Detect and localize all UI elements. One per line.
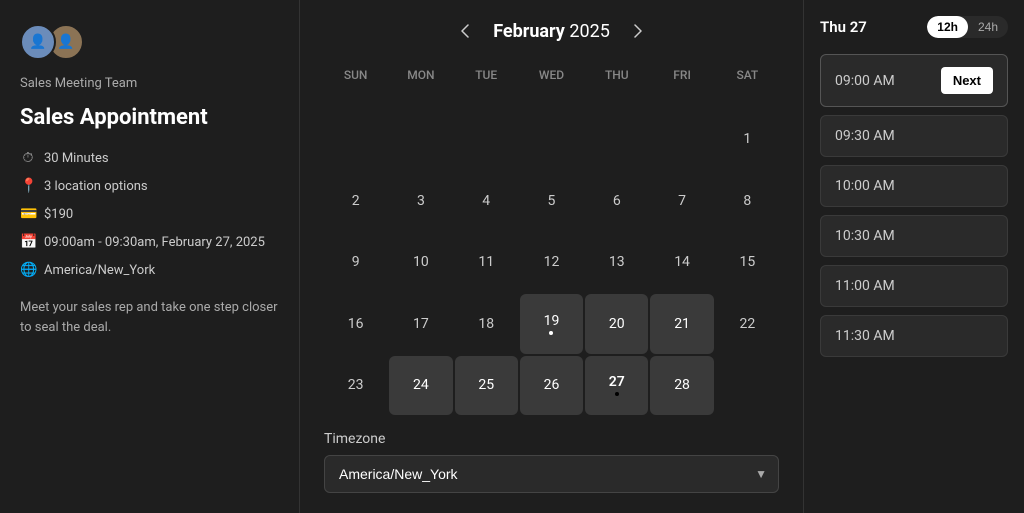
day-cell[interactable]: 21: [650, 294, 713, 354]
clock-icon: ⏱: [20, 150, 36, 166]
day-cell[interactable]: 3: [389, 171, 452, 231]
weekday-header: MON: [389, 62, 452, 108]
day-cell[interactable]: 26: [520, 356, 583, 416]
location-label: 3 location options: [44, 179, 148, 194]
day-cell[interactable]: 18: [455, 294, 518, 354]
avatar-group: 👤 👤: [20, 24, 279, 60]
day-cell[interactable]: 17: [389, 294, 452, 354]
day-cell: [585, 110, 648, 170]
calendar-icon: 📅: [20, 234, 36, 250]
day-cell[interactable]: 1: [716, 110, 779, 170]
day-cell[interactable]: 28: [650, 356, 713, 416]
day-cell[interactable]: 13: [585, 233, 648, 293]
day-cell[interactable]: 6: [585, 171, 648, 231]
timezone-label-left: America/New_York: [44, 263, 155, 278]
day-cell[interactable]: 23: [324, 356, 387, 416]
time-slot[interactable]: 11:30 AM: [820, 315, 1008, 357]
globe-icon: 🌐: [20, 262, 36, 278]
day-cell[interactable]: 27: [585, 356, 648, 416]
team-name: Sales Meeting Team: [20, 76, 279, 91]
center-panel: February 2025 SUNMONTUEWEDTHUFRISAT12345…: [300, 0, 804, 513]
format-24h-button[interactable]: 24h: [968, 16, 1008, 38]
avatar-1: 👤: [20, 24, 56, 60]
weekday-header: SAT: [716, 62, 779, 108]
day-cell[interactable]: 2: [324, 171, 387, 231]
price-item: 💳 $190: [20, 206, 279, 222]
month-year-title: February 2025: [493, 21, 610, 42]
day-cell[interactable]: 19: [520, 294, 583, 354]
time-slot-label: 09:30 AM: [835, 128, 895, 144]
time-format-toggle: 12h 24h: [927, 16, 1008, 38]
location-icon: 📍: [20, 178, 36, 194]
time-slots-container: 09:00 AM Next 09:30 AM 10:00 AM 10:30 AM 11:0…: [820, 54, 1008, 365]
time-slot-label: 10:30 AM: [835, 228, 895, 244]
day-cell[interactable]: 16: [324, 294, 387, 354]
day-cell[interactable]: 10: [389, 233, 452, 293]
time-slot[interactable]: 10:30 AM: [820, 215, 1008, 257]
day-cell: [650, 110, 713, 170]
day-cell[interactable]: 25: [455, 356, 518, 416]
month-label: February: [493, 21, 565, 42]
day-cell: [520, 110, 583, 170]
day-cell[interactable]: 5: [520, 171, 583, 231]
prev-month-button[interactable]: [453, 20, 477, 42]
weekday-header: WED: [520, 62, 583, 108]
time-item: 📅 09:00am - 09:30am, February 27, 2025: [20, 234, 279, 250]
duration-label: 30 Minutes: [44, 151, 109, 166]
right-panel: Thu 27 12h 24h 09:00 AM Next 09:30 AM 10:00…: [804, 0, 1024, 513]
price-label: $190: [44, 207, 73, 222]
calendar-header: February 2025: [324, 20, 779, 42]
day-cell[interactable]: 7: [650, 171, 713, 231]
timezone-select[interactable]: America/New_York America/Los_Angeles Ame…: [324, 455, 779, 493]
time-slot[interactable]: 09:00 AM Next: [820, 54, 1008, 107]
next-button[interactable]: Next: [941, 67, 993, 94]
calendar-grid: SUNMONTUEWEDTHUFRISAT1234567891011121314…: [324, 62, 779, 415]
time-slot[interactable]: 09:30 AM: [820, 115, 1008, 157]
selected-date-label: Thu 27: [820, 18, 867, 36]
day-cell[interactable]: 9: [324, 233, 387, 293]
day-cell[interactable]: 11: [455, 233, 518, 293]
day-cell[interactable]: 12: [520, 233, 583, 293]
timezone-select-wrapper[interactable]: America/New_York America/Los_Angeles Ame…: [324, 455, 779, 493]
timezone-item: 🌐 America/New_York: [20, 262, 279, 278]
day-cell[interactable]: 14: [650, 233, 713, 293]
day-cell: [324, 110, 387, 170]
weekday-header: THU: [585, 62, 648, 108]
day-cell[interactable]: 24: [389, 356, 452, 416]
timezone-section-label: Timezone: [324, 431, 779, 447]
year-label: 2025: [569, 21, 609, 42]
day-cell: [455, 110, 518, 170]
day-cell[interactable]: 20: [585, 294, 648, 354]
time-label: 09:00am - 09:30am, February 27, 2025: [44, 235, 265, 250]
time-slot-label: 11:30 AM: [835, 328, 895, 344]
time-slot-label: 11:00 AM: [835, 278, 895, 294]
time-slot[interactable]: 10:00 AM: [820, 165, 1008, 207]
event-title: Sales Appointment: [20, 105, 279, 130]
day-cell[interactable]: 8: [716, 171, 779, 231]
day-cell[interactable]: 4: [455, 171, 518, 231]
location-item: 📍 3 location options: [20, 178, 279, 194]
day-cell[interactable]: 15: [716, 233, 779, 293]
timezone-section: Timezone America/New_York America/Los_An…: [324, 431, 779, 493]
time-slot-label: 09:00 AM: [835, 73, 895, 89]
format-12h-button[interactable]: 12h: [927, 16, 968, 38]
day-cell[interactable]: 22: [716, 294, 779, 354]
weekday-header: TUE: [455, 62, 518, 108]
day-cell: [389, 110, 452, 170]
time-slot[interactable]: 11:00 AM: [820, 265, 1008, 307]
day-cell: [716, 356, 779, 416]
price-icon: 💳: [20, 206, 36, 222]
weekday-header: FRI: [650, 62, 713, 108]
duration-item: ⏱ 30 Minutes: [20, 150, 279, 166]
left-panel: 👤 👤 Sales Meeting Team Sales Appointment…: [0, 0, 300, 513]
weekday-header: SUN: [324, 62, 387, 108]
next-month-button[interactable]: [626, 20, 650, 42]
right-header: Thu 27 12h 24h: [820, 16, 1008, 38]
time-slot-label: 10:00 AM: [835, 178, 895, 194]
description: Meet your sales rep and take one step cl…: [20, 298, 279, 337]
